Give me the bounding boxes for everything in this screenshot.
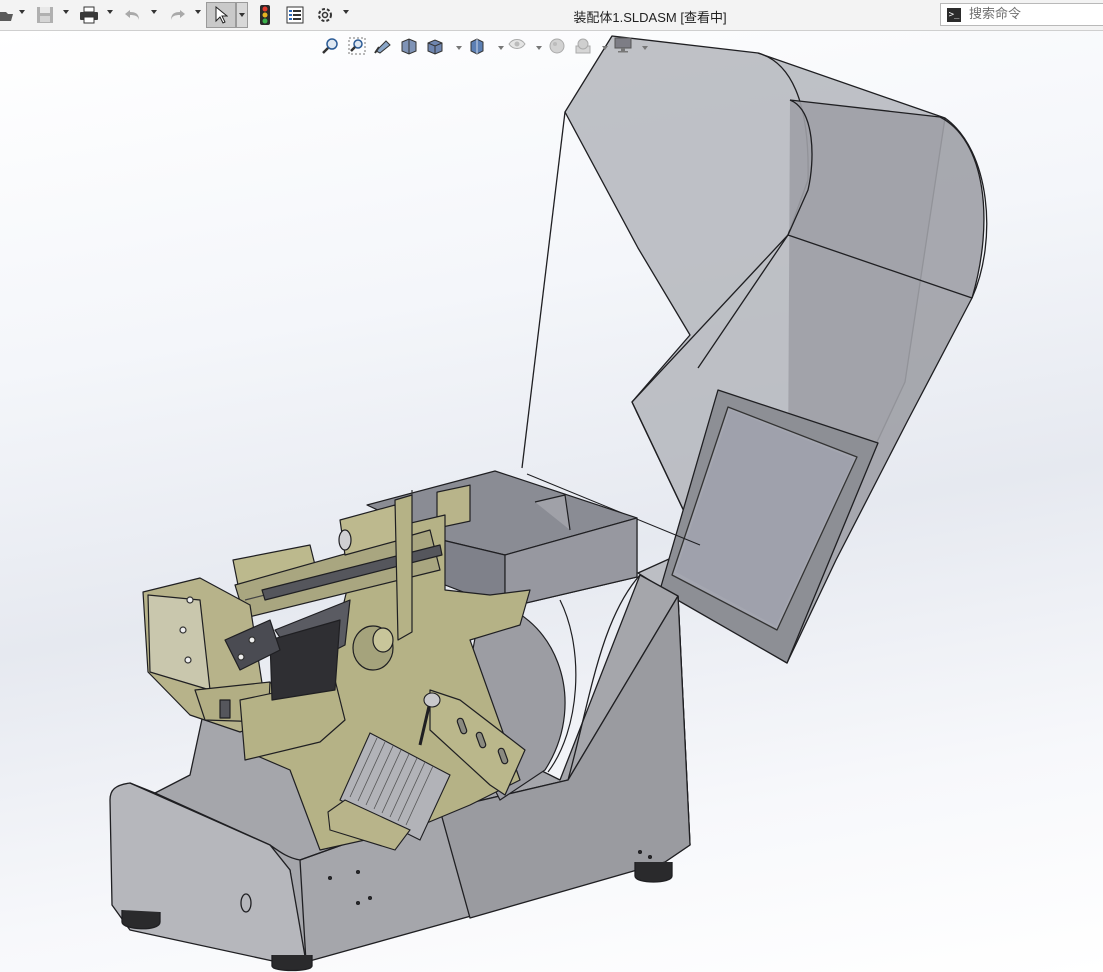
monitor-icon bbox=[614, 37, 632, 53]
print-button[interactable] bbox=[78, 4, 100, 26]
folder-open-icon bbox=[0, 12, 13, 21]
apply-scene-button[interactable] bbox=[574, 37, 596, 59]
section-view-icon bbox=[401, 38, 417, 55]
undo-icon bbox=[125, 10, 139, 20]
clamp-module[interactable] bbox=[142, 577, 351, 761]
view-orientation-button[interactable] bbox=[426, 37, 448, 59]
assembly-model[interactable] bbox=[0, 31, 1103, 972]
options-button[interactable] bbox=[314, 4, 336, 26]
redo-dropdown-arrow[interactable] bbox=[195, 10, 201, 14]
gear-icon bbox=[318, 8, 332, 22]
file-properties-button[interactable] bbox=[284, 4, 306, 26]
view-orientation-dropdown-arrow[interactable] bbox=[456, 46, 462, 50]
save-dropdown-arrow[interactable] bbox=[63, 10, 69, 14]
display-style-icon bbox=[470, 38, 484, 55]
display-style-dropdown-arrow[interactable] bbox=[498, 46, 504, 50]
zoom-to-area-button[interactable] bbox=[348, 37, 370, 59]
scene-icon bbox=[575, 38, 591, 54]
appearance-icon bbox=[549, 38, 565, 54]
zoom-area-icon bbox=[348, 37, 366, 55]
redo-button[interactable] bbox=[166, 4, 188, 26]
undo-dropdown-arrow[interactable] bbox=[151, 10, 157, 14]
rebuild-button[interactable] bbox=[256, 4, 274, 26]
search-box[interactable]: >_ bbox=[940, 3, 1103, 26]
hide-show-button[interactable] bbox=[508, 37, 530, 59]
eye-icon bbox=[508, 39, 526, 49]
edit-appearance-button[interactable] bbox=[548, 37, 570, 59]
open-button[interactable] bbox=[0, 4, 14, 26]
search-input[interactable] bbox=[967, 6, 1101, 23]
save-icon bbox=[37, 7, 53, 23]
previous-view-button[interactable] bbox=[374, 37, 396, 59]
zoom-fit-icon bbox=[322, 38, 338, 54]
view-settings-dropdown-arrow[interactable] bbox=[642, 46, 648, 50]
print-icon bbox=[80, 6, 98, 24]
select-dropdown-arrow bbox=[239, 13, 245, 17]
apply-scene-dropdown-arrow[interactable] bbox=[602, 46, 608, 50]
view-orientation-icon bbox=[427, 39, 443, 55]
hide-show-dropdown-arrow[interactable] bbox=[536, 46, 542, 50]
section-view-button[interactable] bbox=[400, 37, 422, 59]
display-style-button[interactable] bbox=[468, 37, 490, 59]
zoom-to-fit-button[interactable] bbox=[322, 37, 344, 59]
title-bar: 装配体1.SLDASM [查看中] >_ bbox=[0, 0, 1103, 31]
select-button[interactable] bbox=[206, 2, 236, 28]
redo-icon bbox=[171, 10, 185, 20]
graphics-viewport[interactable] bbox=[0, 31, 1103, 972]
file-properties-icon bbox=[286, 6, 304, 24]
previous-view-icon bbox=[374, 40, 391, 54]
print-dropdown-arrow[interactable] bbox=[107, 10, 113, 14]
undo-button[interactable] bbox=[122, 4, 144, 26]
command-prompt-icon: >_ bbox=[947, 7, 961, 22]
cursor-select-icon bbox=[215, 6, 228, 24]
open-dropdown-arrow[interactable] bbox=[19, 10, 25, 14]
select-dropdown[interactable] bbox=[236, 2, 248, 28]
traffic-light-icon bbox=[260, 5, 270, 25]
view-settings-button[interactable] bbox=[614, 37, 636, 59]
window-title: 装配体1.SLDASM [查看中] bbox=[573, 10, 727, 25]
options-dropdown-arrow[interactable] bbox=[343, 10, 349, 14]
save-button[interactable] bbox=[34, 4, 56, 26]
